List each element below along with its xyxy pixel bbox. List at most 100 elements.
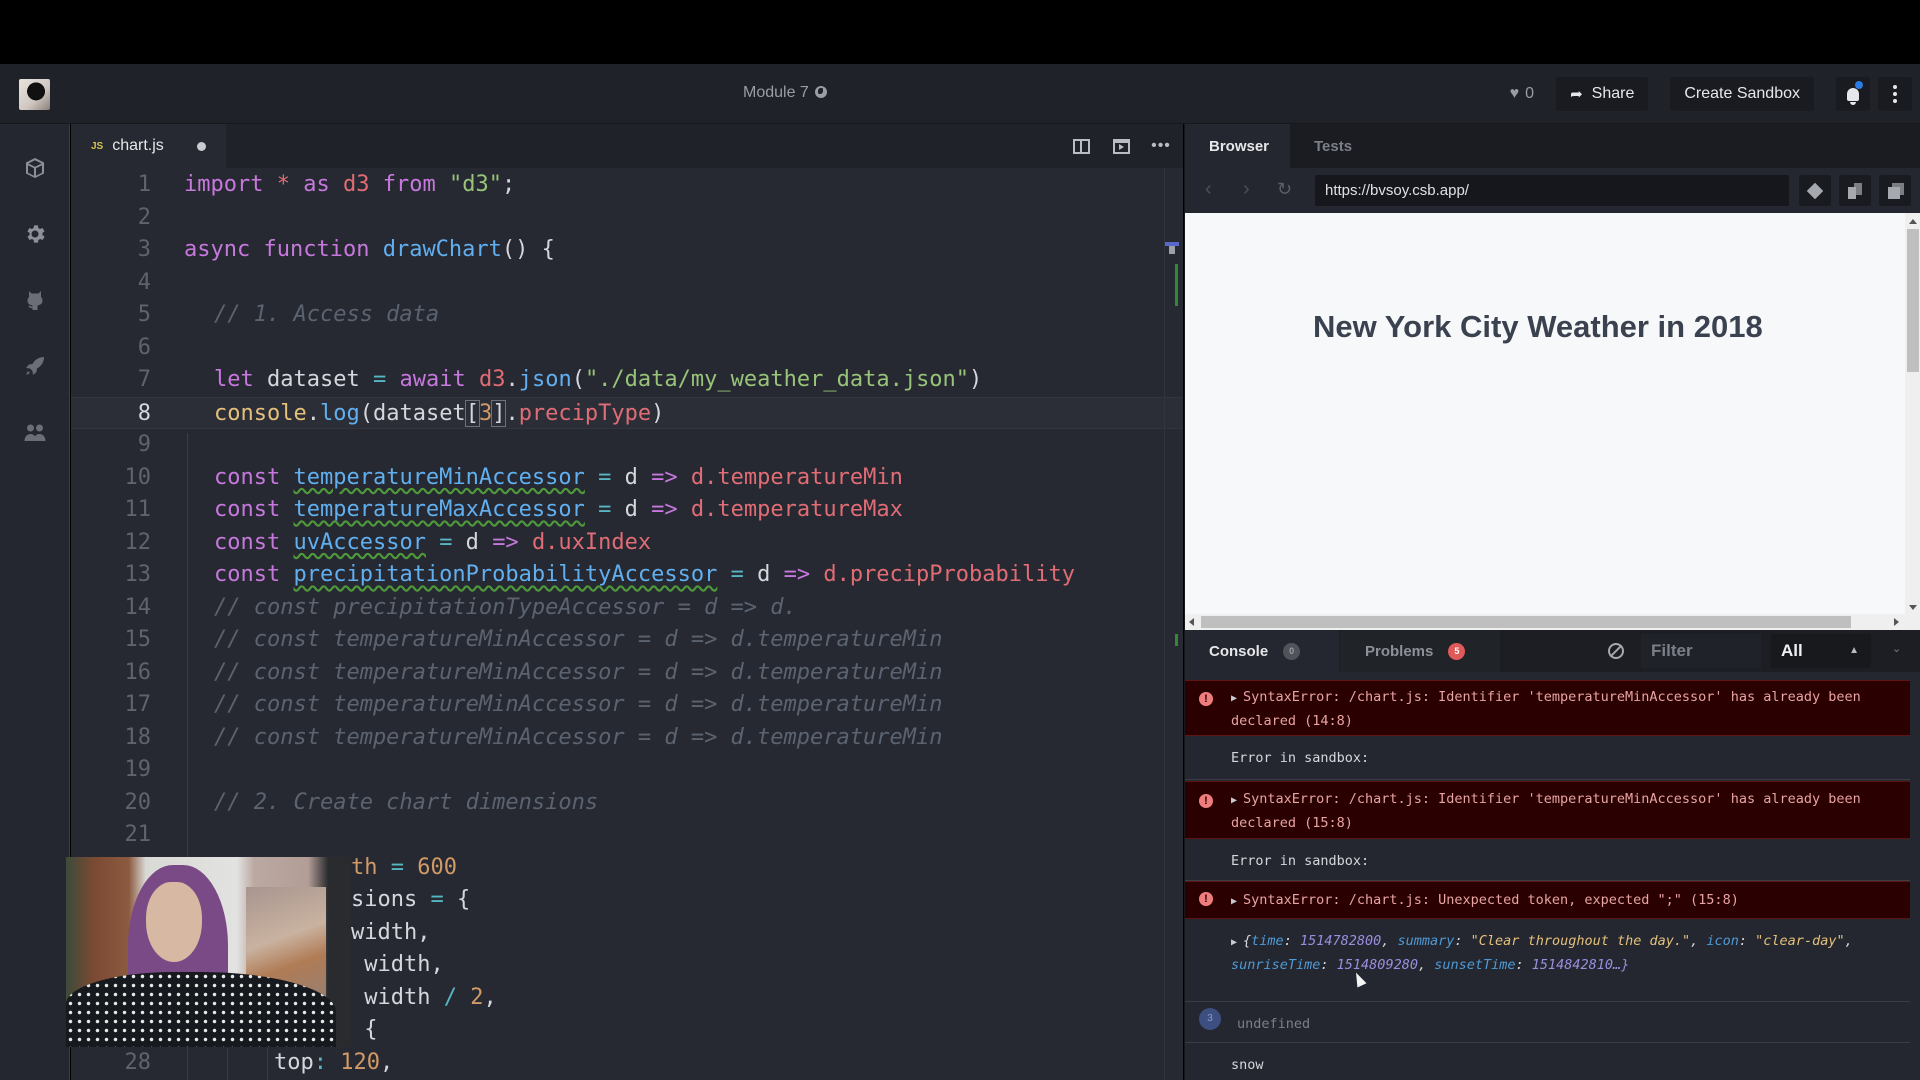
webcam-person-face	[146, 882, 202, 962]
bell-icon	[1847, 87, 1859, 105]
top-black-bar	[0, 0, 1920, 64]
open-preview-button[interactable]	[1111, 136, 1131, 156]
expand-triangle-icon[interactable]: ▶	[1231, 693, 1237, 704]
editor-more-button[interactable]: •••	[1151, 136, 1171, 156]
console-error-entry[interactable]: ! ▶ SyntaxError: /chart.js: Identifier 't…	[1185, 781, 1910, 839]
split-view-icon	[1072, 138, 1090, 154]
clear-console-icon[interactable]	[1608, 643, 1624, 659]
tab-chart-js[interactable]: JS chart.js	[71, 124, 226, 168]
expand-triangle-icon[interactable]: ▶	[1231, 896, 1237, 907]
console-error-entry[interactable]: ! ▶ SyntaxError: /chart.js: Identifier 't…	[1185, 680, 1910, 736]
console-filter-input[interactable]: Filter	[1641, 634, 1761, 668]
url-input[interactable]: https://bvsoy.csb.app/	[1315, 175, 1789, 206]
console-count-badge: 0	[1283, 642, 1301, 660]
sidebar-item-deployment[interactable]	[23, 354, 47, 378]
console-log-entry: Error in sandbox:	[1185, 840, 1910, 881]
line-number: 21	[124, 822, 152, 847]
line-number: 18	[124, 724, 152, 750]
like-button[interactable]: ♥ 0	[1510, 85, 1534, 103]
preview-viewport[interactable]: New York City Weather in 2018	[1185, 213, 1920, 630]
sidebar-item-config[interactable]	[23, 222, 47, 246]
line-number: 3	[137, 237, 151, 262]
code-line: 19	[71, 754, 1183, 786]
overview-ruler-change	[1175, 634, 1178, 646]
open-new-window-button[interactable]	[1839, 175, 1871, 206]
line-number: 20	[124, 789, 152, 815]
split-editor-button[interactable]	[1071, 136, 1091, 156]
fullscreen-button[interactable]	[1879, 175, 1911, 206]
expand-triangle-icon[interactable]: ▶	[1231, 795, 1237, 806]
line-number: 6	[137, 334, 151, 360]
create-sandbox-label: Create Sandbox	[1684, 85, 1800, 102]
code-line: 9	[71, 429, 1183, 461]
code-line: 14// const precipitationTypeAccessor = d…	[71, 592, 1183, 624]
users-icon	[24, 424, 46, 441]
preview-tab-bar: Browser Tests	[1185, 124, 1920, 168]
scroll-right-arrow-icon[interactable]	[1894, 618, 1899, 626]
line-number: 15	[124, 627, 152, 652]
line-number: 10	[124, 464, 152, 490]
code-line: 15// const temperatureMinAccessor = d =>…	[71, 624, 1183, 656]
console-log-entry: snow	[1231, 1057, 1264, 1073]
line-number: 17	[124, 692, 152, 717]
preview-icon	[1112, 138, 1130, 154]
sidebar-item-github[interactable]	[23, 288, 47, 312]
console-toolbar: Console 0 Problems 5 Filter All ▲▼ ⌄	[1185, 630, 1920, 690]
vertical-scrollbar[interactable]	[1905, 213, 1920, 614]
tab-filename: chart.js	[112, 137, 164, 154]
line-number: 28	[124, 1049, 152, 1075]
editor-tab-bar: JS chart.js •••	[71, 124, 1183, 168]
log-level-value: All	[1781, 641, 1803, 660]
line-number: 12	[124, 529, 152, 555]
code-line: 4	[71, 267, 1183, 299]
webcam-person-body	[66, 972, 336, 1047]
code-line: 17// const temperatureMinAccessor = d =>…	[71, 689, 1183, 721]
scroll-thumb[interactable]	[1201, 616, 1851, 628]
code-line: 6	[71, 332, 1183, 364]
console-repeat-entry: 3 undefined	[1185, 1003, 1910, 1043]
back-button[interactable]: ‹	[1205, 178, 1212, 201]
share-button[interactable]: ➦ Share	[1556, 77, 1649, 111]
console-object-entry[interactable]: ▶ {time: 1514782800, summary: "Clear thro…	[1185, 920, 1910, 1002]
tab-browser[interactable]: Browser	[1185, 124, 1290, 168]
rocket-icon	[26, 357, 44, 375]
toggle-devtools-button[interactable]	[1799, 175, 1831, 206]
tab-problems[interactable]: Problems 5	[1340, 630, 1500, 672]
tab-problems-label: Problems	[1365, 642, 1434, 660]
code-line: 28 top: 120,	[71, 1047, 1183, 1079]
sidebar-item-explorer[interactable]	[23, 156, 47, 180]
sandbox-title[interactable]: Module 7	[743, 84, 827, 102]
scroll-thumb[interactable]	[1907, 229, 1919, 372]
expand-triangle-icon[interactable]: ▶	[1231, 937, 1237, 948]
scroll-down-arrow-icon[interactable]	[1909, 605, 1917, 610]
line-number: 9	[137, 432, 151, 457]
overview-ruler-thumb[interactable]	[1169, 246, 1175, 254]
scroll-up-arrow-icon[interactable]	[1909, 219, 1917, 224]
notifications-button[interactable]	[1836, 77, 1870, 111]
windows-icon	[1888, 182, 1904, 199]
log-level-select[interactable]: All ▲▼	[1771, 634, 1871, 690]
code-line: 13 const precipitationProbabilityAccessor…	[71, 559, 1183, 591]
create-sandbox-button[interactable]: Create Sandbox	[1670, 77, 1814, 111]
repeat-count-badge: 3	[1199, 1008, 1221, 1030]
more-menu-button[interactable]	[1878, 77, 1912, 111]
heart-icon: ♥	[1509, 85, 1520, 102]
code-line-current: 8 console.log(dataset[3].precipType)	[71, 396, 1183, 429]
line-number: 7	[137, 367, 151, 392]
tab-tests[interactable]: Tests	[1290, 124, 1376, 168]
editor-scrollbar[interactable]	[1164, 168, 1165, 1080]
preview-panel: Browser Tests ‹ › ↻ https://bvsoy.csb.ap…	[1184, 124, 1920, 1080]
horizontal-scrollbar[interactable]	[1185, 614, 1920, 630]
unsaved-dot-icon[interactable]	[197, 142, 206, 151]
sidebar-item-live[interactable]	[23, 420, 47, 444]
tab-console[interactable]: Console 0	[1185, 630, 1339, 672]
refresh-button[interactable]: ↻	[1277, 179, 1292, 200]
scroll-left-arrow-icon[interactable]	[1189, 618, 1194, 626]
collapse-console-chevron-icon[interactable]: ⌄	[1892, 642, 1901, 655]
error-icon: !	[1199, 892, 1213, 906]
activity-sidebar	[0, 124, 70, 1080]
forward-button[interactable]: ›	[1243, 178, 1250, 201]
error-icon: !	[1199, 794, 1213, 808]
console-error-entry[interactable]: ! ▶ SyntaxError: /chart.js: Unexpected to…	[1185, 881, 1910, 919]
user-avatar[interactable]	[19, 79, 50, 110]
